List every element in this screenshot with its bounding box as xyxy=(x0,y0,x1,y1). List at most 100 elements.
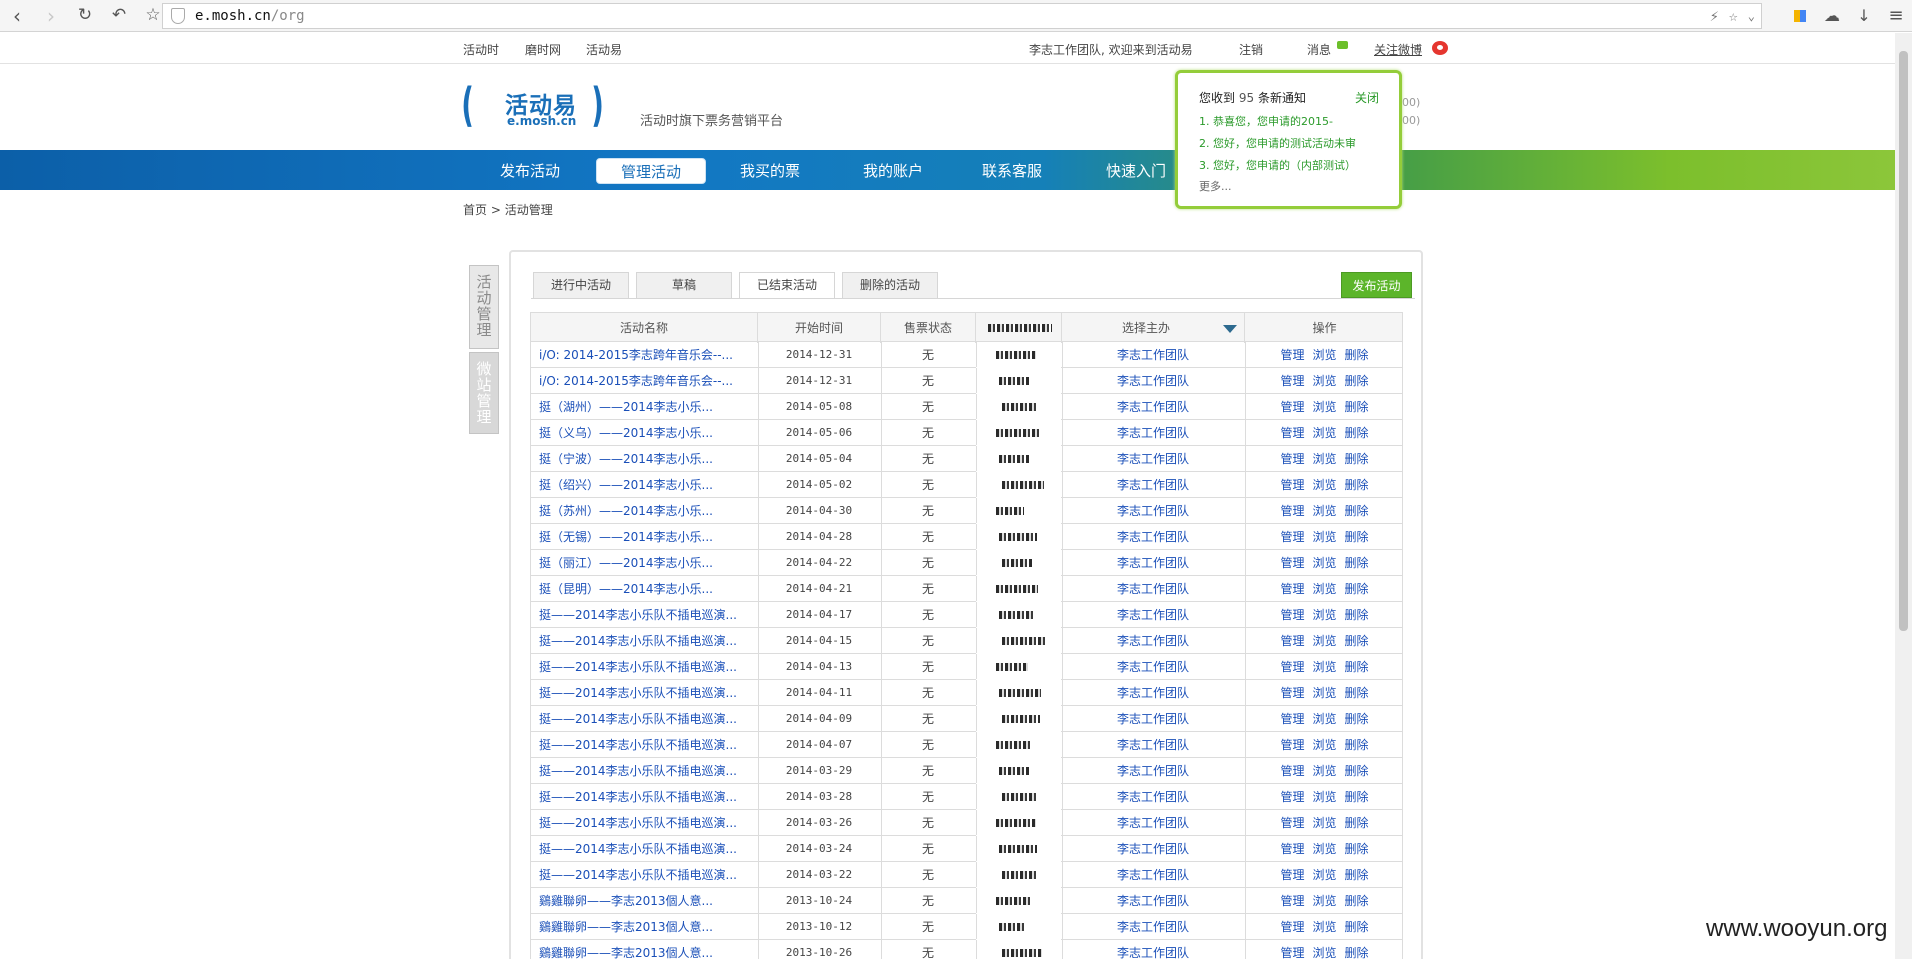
manage-link[interactable]: 管理 xyxy=(1280,946,1304,959)
cloud-icon[interactable]: ☁ xyxy=(1816,0,1848,32)
follow-weibo-link[interactable]: 关注微博 xyxy=(1374,41,1422,58)
event-name-link[interactable]: 鷄雞聯卵——李志2013個人意... xyxy=(539,914,757,940)
manage-link[interactable]: 管理 xyxy=(1280,374,1304,388)
manage-link[interactable]: 管理 xyxy=(1280,400,1304,414)
tab-ongoing[interactable]: 进行中活动 xyxy=(533,272,629,298)
event-name-link[interactable]: 挺——2014李志小乐队不插电巡演... xyxy=(539,602,757,628)
delete-link[interactable]: 删除 xyxy=(1345,582,1369,596)
view-link[interactable]: 浏览 xyxy=(1312,816,1336,830)
view-link[interactable]: 浏览 xyxy=(1312,686,1336,700)
view-link[interactable]: 浏览 xyxy=(1312,712,1336,726)
organizer-link[interactable]: 李志工作团队 xyxy=(1062,524,1244,550)
manage-link[interactable]: 管理 xyxy=(1280,608,1304,622)
publish-event-button[interactable]: 发布活动 xyxy=(1341,272,1412,298)
address-bar[interactable]: e.mosh.cn /org ⚡ ☆ ⌄ xyxy=(162,3,1762,29)
undo-icon[interactable]: ↶ xyxy=(102,0,136,32)
organizer-link[interactable]: 李志工作团队 xyxy=(1062,498,1244,524)
side-tab-microsite-management[interactable]: 微站管理 xyxy=(469,352,499,434)
delete-link[interactable]: 删除 xyxy=(1345,608,1369,622)
event-name-link[interactable]: 挺——2014李志小乐队不插电巡演... xyxy=(539,836,757,862)
toplink-huodongshi[interactable]: 活动时 xyxy=(463,41,499,58)
view-link[interactable]: 浏览 xyxy=(1312,504,1336,518)
toplink-moshiwang[interactable]: 磨时网 xyxy=(525,41,561,58)
nav-contact-support[interactable]: 联系客服 xyxy=(974,158,1050,184)
event-name-link[interactable]: 挺——2014李志小乐队不插电巡演... xyxy=(539,732,757,758)
breadcrumb-home[interactable]: 首页 xyxy=(463,203,487,217)
view-link[interactable]: 浏览 xyxy=(1312,764,1336,778)
organizer-link[interactable]: 李志工作团队 xyxy=(1062,862,1244,888)
nav-my-account[interactable]: 我的账户 xyxy=(855,158,931,184)
download-icon[interactable]: ↓ xyxy=(1848,0,1880,32)
event-name-link[interactable]: 挺——2014李志小乐队不插电巡演... xyxy=(539,628,757,654)
manage-link[interactable]: 管理 xyxy=(1280,764,1304,778)
manage-link[interactable]: 管理 xyxy=(1280,712,1304,726)
event-name-link[interactable]: 挺（昆明）——2014李志小乐... xyxy=(539,576,757,602)
manage-link[interactable]: 管理 xyxy=(1280,582,1304,596)
event-name-link[interactable]: 挺——2014李志小乐队不插电巡演... xyxy=(539,680,757,706)
event-name-link[interactable]: 挺——2014李志小乐队不插电巡演... xyxy=(539,758,757,784)
organizer-link[interactable]: 李志工作团队 xyxy=(1062,654,1244,680)
view-link[interactable]: 浏览 xyxy=(1312,374,1336,388)
delete-link[interactable]: 删除 xyxy=(1345,660,1369,674)
delete-link[interactable]: 删除 xyxy=(1345,894,1369,908)
event-name-link[interactable]: 挺（丽江）——2014李志小乐... xyxy=(539,550,757,576)
forward-icon[interactable]: › xyxy=(34,0,68,32)
organizer-link[interactable]: 李志工作团队 xyxy=(1062,888,1244,914)
delete-link[interactable]: 删除 xyxy=(1345,920,1369,934)
scrollbar-thumb[interactable] xyxy=(1899,51,1908,631)
delete-link[interactable]: 删除 xyxy=(1345,868,1369,882)
delete-link[interactable]: 删除 xyxy=(1345,556,1369,570)
event-name-link[interactable]: 挺——2014李志小乐队不插电巡演... xyxy=(539,862,757,888)
view-link[interactable]: 浏览 xyxy=(1312,946,1336,959)
event-name-link[interactable]: 挺（无锡）——2014李志小乐... xyxy=(539,524,757,550)
event-name-link[interactable]: 挺——2014李志小乐队不插电巡演... xyxy=(539,706,757,732)
event-name-link[interactable]: 挺（义乌）——2014李志小乐... xyxy=(539,420,757,446)
view-link[interactable]: 浏览 xyxy=(1312,400,1336,414)
view-link[interactable]: 浏览 xyxy=(1312,920,1336,934)
view-link[interactable]: 浏览 xyxy=(1312,868,1336,882)
view-link[interactable]: 浏览 xyxy=(1312,634,1336,648)
organizer-link[interactable]: 李志工作团队 xyxy=(1062,446,1244,472)
event-name-link[interactable]: 挺——2014李志小乐队不插电巡演... xyxy=(539,810,757,836)
view-link[interactable]: 浏览 xyxy=(1312,582,1336,596)
event-name-link[interactable]: 鷄雞聯卵——李志2013個人意... xyxy=(539,888,757,914)
manage-link[interactable]: 管理 xyxy=(1280,686,1304,700)
view-link[interactable]: 浏览 xyxy=(1312,738,1336,752)
delete-link[interactable]: 删除 xyxy=(1345,764,1369,778)
manage-link[interactable]: 管理 xyxy=(1280,452,1304,466)
manage-link[interactable]: 管理 xyxy=(1280,426,1304,440)
event-name-link[interactable]: 挺——2014李志小乐队不插电巡演... xyxy=(539,654,757,680)
delete-link[interactable]: 删除 xyxy=(1345,504,1369,518)
apps-grid-icon[interactable] xyxy=(1784,0,1816,32)
organizer-link[interactable]: 李志工作团队 xyxy=(1062,784,1244,810)
event-name-link[interactable]: 鷄雞聯卵——李志2013個人意... xyxy=(539,940,757,959)
event-name-link[interactable]: 挺（绍兴）——2014李志小乐... xyxy=(539,472,757,498)
organizer-dropdown-icon[interactable] xyxy=(1223,325,1237,333)
dropdown-chevron-icon[interactable]: ⌄ xyxy=(1748,9,1755,23)
organizer-link[interactable]: 李志工作团队 xyxy=(1062,342,1244,368)
nav-publish-event[interactable]: 发布活动 xyxy=(492,158,568,184)
organizer-link[interactable]: 李志工作团队 xyxy=(1062,576,1244,602)
delete-link[interactable]: 删除 xyxy=(1345,712,1369,726)
view-link[interactable]: 浏览 xyxy=(1312,452,1336,466)
delete-link[interactable]: 删除 xyxy=(1345,738,1369,752)
toplink-huodongyi[interactable]: 活动易 xyxy=(586,41,622,58)
col-header-organizer[interactable]: 选择主办 xyxy=(1062,313,1245,343)
organizer-link[interactable]: 李志工作团队 xyxy=(1062,550,1244,576)
manage-link[interactable]: 管理 xyxy=(1280,478,1304,492)
organizer-link[interactable]: 李志工作团队 xyxy=(1062,420,1244,446)
delete-link[interactable]: 删除 xyxy=(1345,530,1369,544)
event-name-link[interactable]: 挺（宁波）——2014李志小乐... xyxy=(539,446,757,472)
manage-link[interactable]: 管理 xyxy=(1280,348,1304,362)
organizer-link[interactable]: 李志工作团队 xyxy=(1062,368,1244,394)
manage-link[interactable]: 管理 xyxy=(1280,842,1304,856)
organizer-link[interactable]: 李志工作团队 xyxy=(1062,394,1244,420)
view-link[interactable]: 浏览 xyxy=(1312,608,1336,622)
manage-link[interactable]: 管理 xyxy=(1280,634,1304,648)
view-link[interactable]: 浏览 xyxy=(1312,426,1336,440)
nav-manage-events[interactable]: 管理活动 xyxy=(596,158,707,184)
reload-icon[interactable]: ↻ xyxy=(68,0,102,32)
view-link[interactable]: 浏览 xyxy=(1312,556,1336,570)
organizer-link[interactable]: 李志工作团队 xyxy=(1062,680,1244,706)
manage-link[interactable]: 管理 xyxy=(1280,556,1304,570)
